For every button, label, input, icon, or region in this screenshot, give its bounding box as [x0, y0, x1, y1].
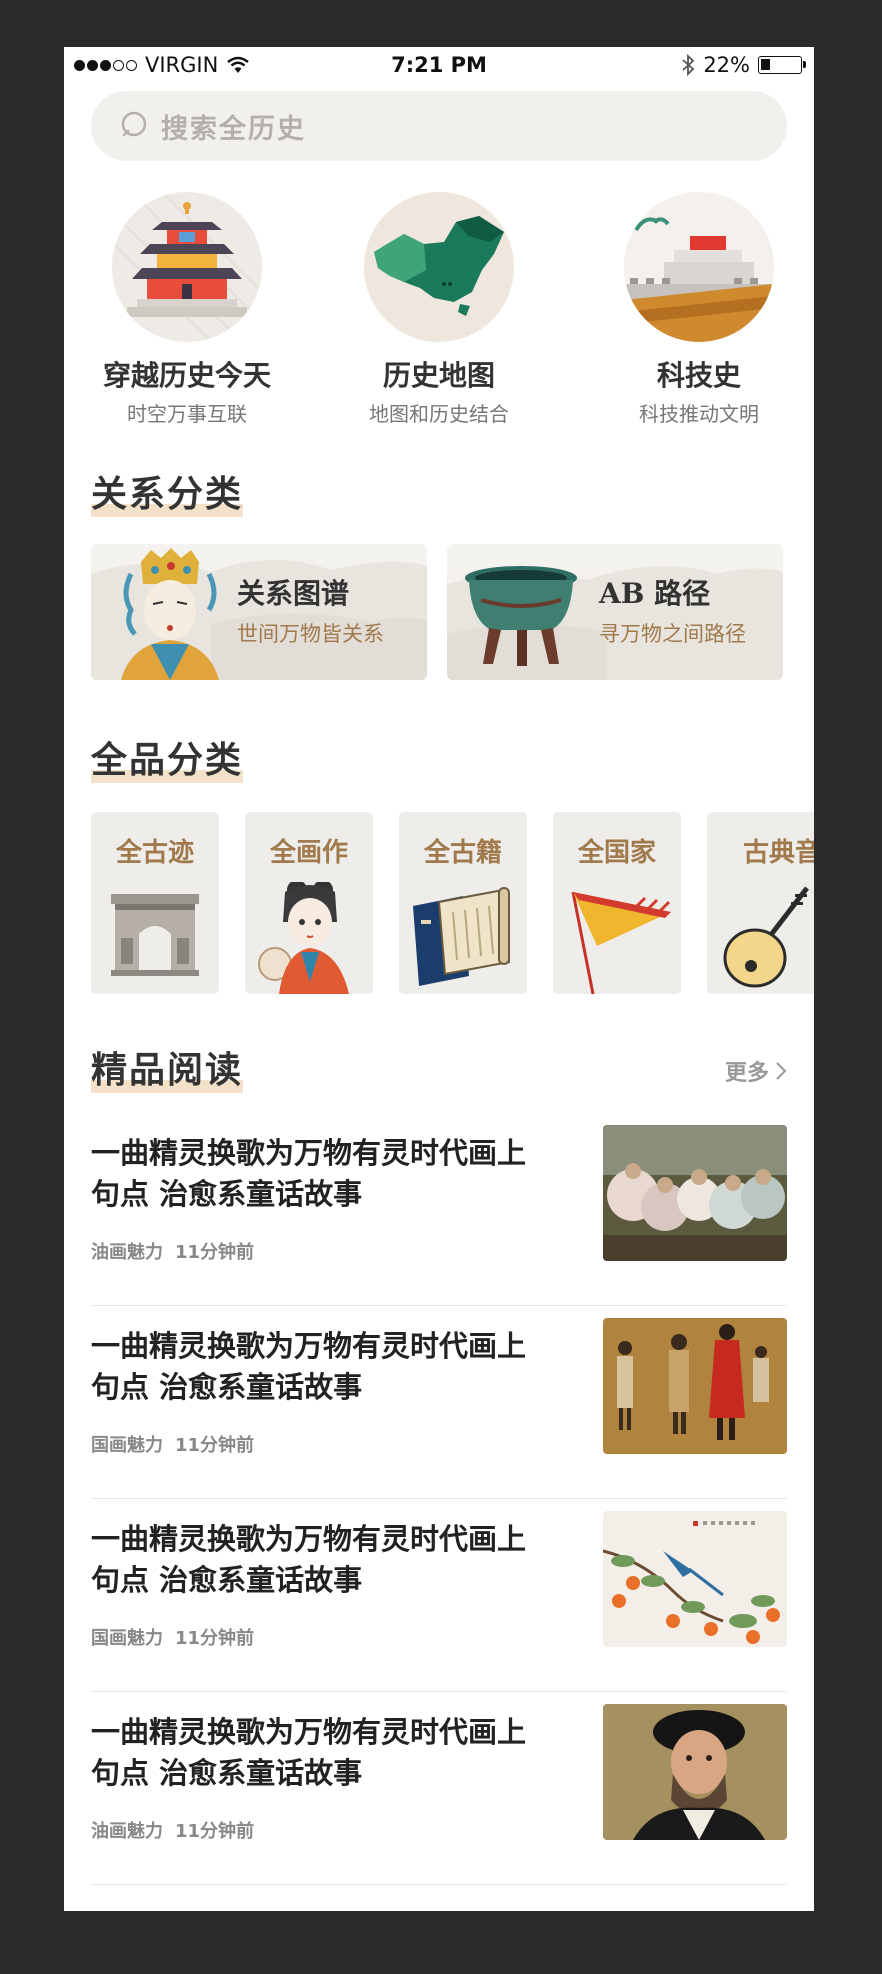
feature-title: 穿越历史今天	[102, 359, 271, 392]
pipa-icon	[723, 886, 809, 988]
article-item[interactable]: 一曲精灵换歌为万物有灵时代画上句点 治愈系童话故事 油画魅力 11分钟前	[91, 1113, 787, 1306]
more-label: 更多	[724, 1061, 769, 1086]
oil-painting-group-thumb	[603, 1125, 787, 1261]
map-icon	[364, 192, 514, 342]
persimmon-bird-thumb	[603, 1511, 787, 1647]
article-item[interactable]: 一曲精灵换歌为万物有灵时代画上句点 治愈系童话故事 油画魅力 11分钟前	[91, 1692, 787, 1885]
category-paintings[interactable]: 全画作	[245, 812, 373, 994]
relation-card-desc: 寻万物之间路径	[599, 622, 746, 646]
article-time: 11分钟前	[175, 1821, 255, 1842]
relation-graph-card[interactable]: 关系图谱 世间万物皆关系	[91, 544, 427, 680]
feature-subtitle: 科技推动文明	[639, 402, 759, 426]
feature-subtitle: 时空万事互联	[127, 402, 247, 426]
category-classical-music[interactable]: 古典音	[707, 812, 814, 994]
article-title: 一曲精灵换歌为万物有灵时代画上句点 治愈系童话故事	[91, 1522, 527, 1597]
section-title-relations: 关系分类	[91, 473, 244, 517]
article-meta: 油画魅力 11分钟前	[91, 1238, 254, 1264]
article-title: 一曲精灵换歌为万物有灵时代画上句点 治愈系童话故事	[91, 1715, 527, 1790]
article-source: 油画魅力	[91, 1242, 163, 1263]
portrait-man-thumb	[603, 1704, 787, 1840]
phone-screen: VIRGIN 7:21 PM 22% 搜索全历史 穿越历史今天 时空万事互联 历…	[64, 47, 814, 1911]
article-title: 一曲精灵换歌为万物有灵时代画上句点 治愈系童话故事	[91, 1329, 527, 1404]
feature-title: 科技史	[656, 359, 741, 392]
flag-icon	[571, 891, 671, 994]
article-source: 国画魅力	[91, 1628, 163, 1649]
feature-row: 穿越历史今天 时空万事互联 历史地图 地图和历史结合 科技史 科技推动文明	[64, 192, 814, 432]
article-time: 11分钟前	[175, 1435, 255, 1456]
article-time: 11分钟前	[175, 1628, 255, 1649]
article-meta: 国画魅力 11分钟前	[91, 1624, 254, 1650]
section-title-reading: 精品阅读	[91, 1049, 244, 1093]
category-ancient-books[interactable]: 全古籍	[399, 812, 527, 994]
article-meta: 国画魅力 11分钟前	[91, 1431, 254, 1457]
article-source: 油画魅力	[91, 1821, 163, 1842]
great-wall-icon	[624, 192, 774, 342]
category-label: 全国家	[577, 838, 656, 868]
more-link[interactable]: 更多	[725, 1055, 787, 1087]
bluetooth-icon	[682, 54, 695, 76]
article-source: 国画魅力	[91, 1435, 163, 1456]
article-meta: 油画魅力 11分钟前	[91, 1817, 254, 1843]
feature-tech-history[interactable]: 科技史 科技推动文明	[579, 192, 814, 427]
feature-subtitle: 地图和历史结合	[369, 402, 509, 426]
category-label: 古典音	[742, 838, 814, 868]
category-label: 全古迹	[115, 838, 194, 868]
temple-icon	[112, 192, 262, 342]
chevron-right-icon	[776, 1062, 787, 1080]
battery-icon	[758, 56, 806, 74]
relation-card-title: 关系图谱	[237, 577, 350, 610]
article-title: 一曲精灵换歌为万物有灵时代画上句点 治愈系童话故事	[91, 1136, 527, 1211]
category-monuments[interactable]: 全古迹	[91, 812, 219, 994]
battery-percent: 22%	[703, 53, 750, 77]
feature-title: 历史地图	[382, 359, 495, 392]
ancient-lady-icon	[258, 882, 349, 994]
arch-monument-icon	[111, 894, 199, 976]
scroll-book-icon	[413, 887, 511, 986]
category-countries[interactable]: 全国家	[553, 812, 681, 994]
chinese-figures-thumb	[603, 1318, 787, 1454]
feature-history-map[interactable]: 历史地图 地图和历史结合	[319, 192, 559, 427]
status-bar: VIRGIN 7:21 PM 22%	[64, 47, 814, 87]
article-item[interactable]: 一曲精灵换歌为万物有灵时代画上句点 治愈系童话故事 国画魅力 11分钟前	[91, 1306, 787, 1499]
category-label: 全画作	[269, 838, 348, 868]
search-bar[interactable]: 搜索全历史	[91, 91, 787, 161]
empress-portrait-icon	[121, 548, 219, 680]
search-placeholder: 搜索全历史	[161, 113, 306, 145]
category-scroll-row[interactable]: 全古迹 全画作 全古籍 全国家 古典音	[91, 812, 814, 994]
bronze-ding-icon	[465, 566, 577, 666]
search-icon	[121, 111, 147, 137]
article-time: 11分钟前	[175, 1242, 255, 1263]
relation-card-title: AB 路径	[599, 577, 711, 610]
status-right: 22%	[681, 53, 806, 77]
section-title-categories: 全品分类	[91, 739, 244, 783]
relation-card-desc: 世间万物皆关系	[237, 622, 384, 646]
article-item[interactable]: 一曲精灵换歌为万物有灵时代画上句点 治愈系童话故事 国画魅力 11分钟前	[91, 1499, 787, 1692]
feature-today-in-history[interactable]: 穿越历史今天 时空万事互联	[67, 192, 307, 427]
category-label: 全古籍	[423, 838, 502, 868]
ab-path-card[interactable]: AB 路径 寻万物之间路径	[447, 544, 783, 680]
